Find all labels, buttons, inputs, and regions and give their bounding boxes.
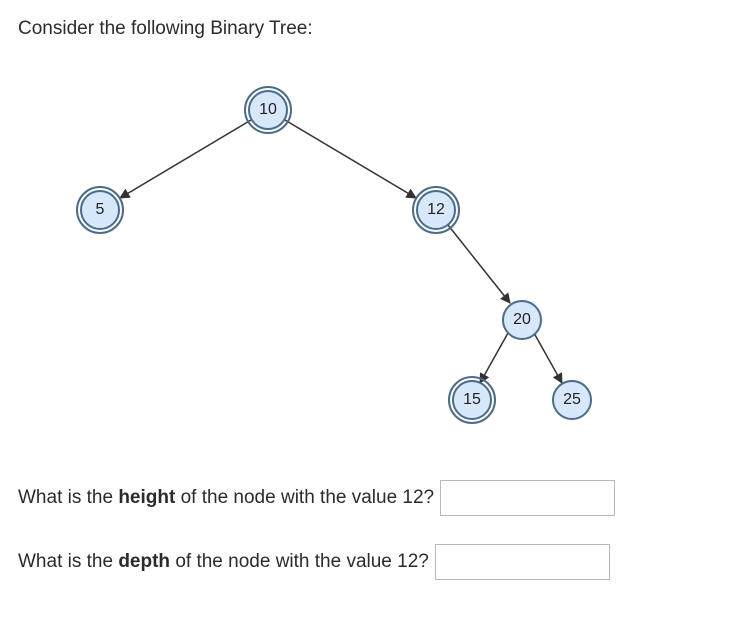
q1-pre: What is the <box>18 487 118 508</box>
q2-post: of the node with the value 12? <box>170 551 429 572</box>
question-1-row: What is the height of the node with the … <box>18 480 713 516</box>
q2-pre: What is the <box>18 551 118 572</box>
question-1-text: What is the height of the node with the … <box>18 487 434 509</box>
depth-answer-input[interactable] <box>435 544 610 580</box>
node-label: 10 <box>259 101 277 119</box>
question-2-row: What is the depth of the node with the v… <box>18 544 713 580</box>
tree-node-10: 10 <box>248 90 288 130</box>
tree-node-15: 15 <box>452 380 492 420</box>
q1-post: of the node with the value 12? <box>175 487 434 508</box>
tree-node-5: 5 <box>80 190 120 230</box>
tree-node-12: 12 <box>416 190 456 230</box>
binary-tree-diagram: 10 5 12 20 15 25 <box>18 50 698 450</box>
node-label: 5 <box>96 201 105 219</box>
q1-bold: height <box>118 487 175 508</box>
node-label: 15 <box>463 391 481 409</box>
tree-node-20: 20 <box>502 300 542 340</box>
question-prompt: Consider the following Binary Tree: <box>18 18 713 40</box>
node-label: 25 <box>563 391 581 409</box>
question-2-text: What is the depth of the node with the v… <box>18 551 429 573</box>
q2-bold: depth <box>118 551 170 572</box>
tree-node-25: 25 <box>552 380 592 420</box>
node-label: 12 <box>427 201 445 219</box>
height-answer-input[interactable] <box>440 480 615 516</box>
node-label: 20 <box>513 311 531 329</box>
